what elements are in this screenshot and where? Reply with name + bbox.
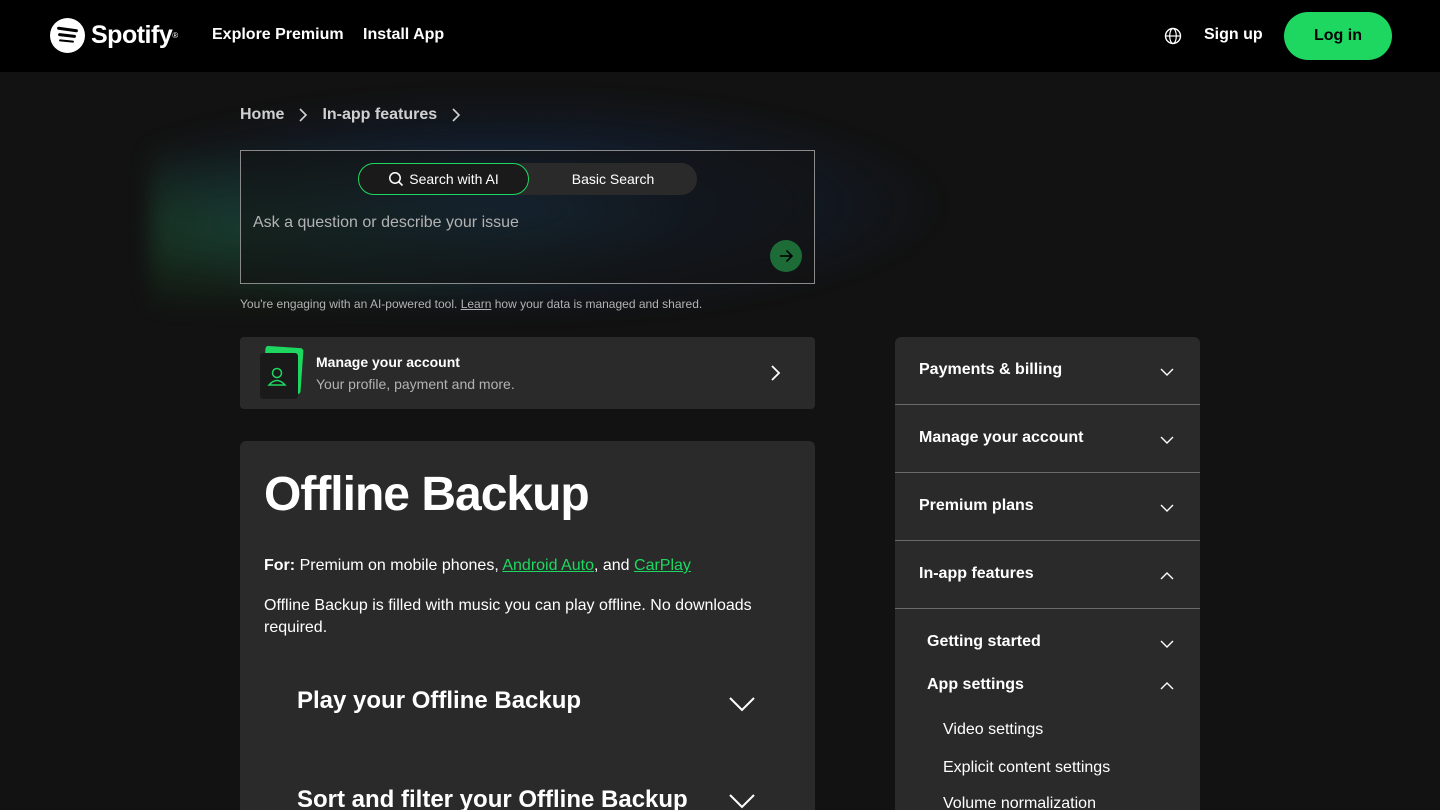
account-card-title: Manage your account [316,354,460,370]
search-with-ai-tab[interactable]: Search with AI [358,163,529,195]
logo-text: Spotify [91,21,173,49]
chevron-up-icon [1160,572,1174,580]
sign-up-link[interactable]: Sign up [1204,26,1263,44]
article-description: Offline Backup is filled with music you … [264,597,752,636]
help-sidebar: Payments & billing Manage your account P… [895,337,1200,810]
article-title: Offline Backup [264,468,590,521]
account-icon [260,345,304,399]
breadcrumb-home[interactable]: Home [240,106,284,124]
account-card-subtitle: Your profile, payment and more. [316,376,515,392]
chevron-down-icon [1160,368,1174,376]
chevron-down-icon [1160,504,1174,512]
sidebar-item-in-app-features[interactable]: In-app features [895,541,1200,609]
learn-link[interactable]: Learn [461,297,492,311]
sidebar-item-manage-account[interactable]: Manage your account [895,405,1200,473]
article-content: Offline Backup For: Premium on mobile ph… [240,441,815,810]
search-mode-toggle: Search with AI Basic Search [358,163,697,195]
sidebar-item-premium-plans[interactable]: Premium plans [895,473,1200,541]
sidebar-link-explicit-content[interactable]: Explicit content settings [943,759,1110,777]
sidebar-link-video-settings[interactable]: Video settings [943,721,1043,739]
chevron-right-icon [299,108,308,122]
chevron-down-icon[interactable] [728,793,756,809]
nav-install-app[interactable]: Install App [363,26,444,44]
availability-line: For: Premium on mobile phones, Android A… [264,557,691,574]
chevron-right-icon [452,108,461,122]
breadcrumb: Home In-app features [240,106,475,124]
chevron-down-icon [1160,436,1174,444]
sidebar-item-payments-billing[interactable]: Payments & billing [895,337,1200,405]
globe-icon[interactable] [1164,27,1182,45]
chevron-up-icon[interactable] [1160,679,1174,693]
sidebar-subitem-getting-started[interactable]: Getting started [927,633,1041,651]
android-auto-link[interactable]: Android Auto [502,557,594,574]
spotify-logo[interactable]: Spotify ® [50,18,178,53]
spotify-logo-icon [50,18,85,53]
log-in-button[interactable]: Log in [1284,12,1392,60]
carplay-link[interactable]: CarPlay [634,557,691,574]
search-with-ai-label: Search with AI [409,171,499,187]
ai-disclaimer: You're engaging with an AI-powered tool.… [240,297,703,311]
chevron-right-icon [771,365,781,381]
nav-explore-premium[interactable]: Explore Premium [212,26,344,44]
arrow-right-icon [780,249,794,263]
search-panel: Search with AI Basic Search [240,150,815,284]
search-input[interactable] [253,211,773,235]
search-icon [389,172,404,187]
manage-account-card[interactable]: Manage your account Your profile, paymen… [240,337,815,409]
section-play-offline-backup[interactable]: Play your Offline Backup [297,687,581,715]
sidebar-link-volume-normalization[interactable]: Volume normalization [943,795,1096,810]
breadcrumb-in-app-features[interactable]: In-app features [322,106,437,124]
basic-search-tab[interactable]: Basic Search [529,163,697,195]
chevron-down-icon[interactable] [1160,637,1174,651]
chevron-down-icon[interactable] [728,696,756,712]
sidebar-subitem-app-settings[interactable]: App settings [927,676,1024,694]
top-navigation-bar: Spotify ® Explore Premium Install App Sig… [0,0,1440,72]
submit-search-button[interactable] [770,240,802,272]
section-sort-filter-offline-backup[interactable]: Sort and filter your Offline Backup [297,786,688,810]
